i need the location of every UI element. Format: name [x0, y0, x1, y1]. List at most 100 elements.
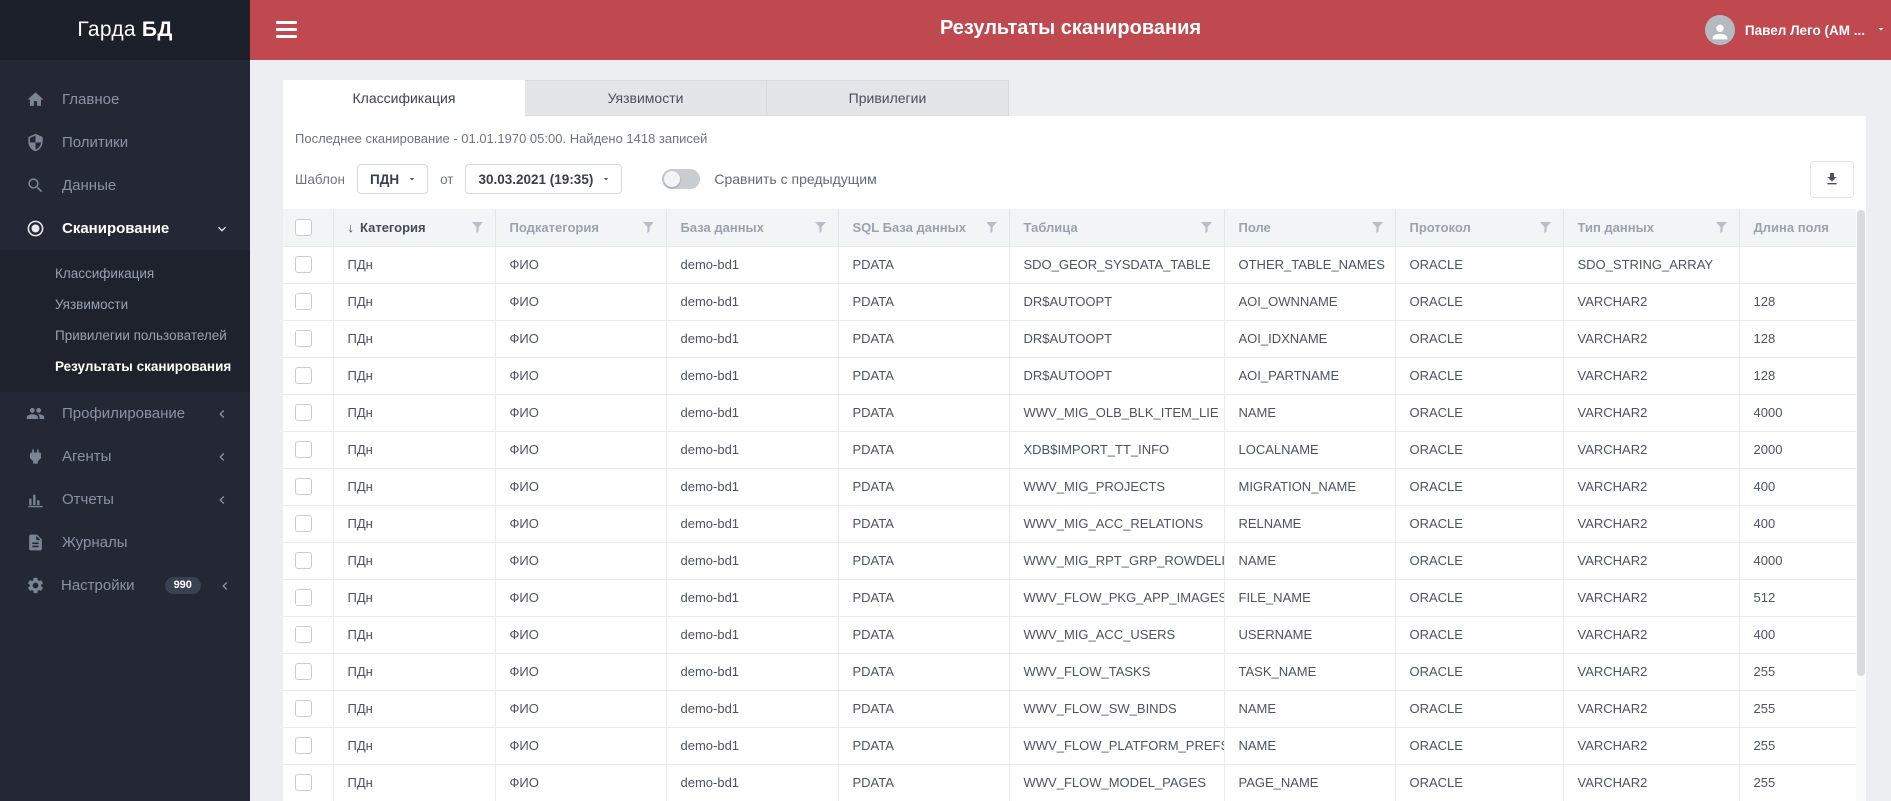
- filter-icon[interactable]: [1200, 221, 1212, 233]
- row-checkbox[interactable]: [295, 330, 312, 348]
- row-checkbox[interactable]: [295, 626, 312, 644]
- date-select[interactable]: 30.03.2021 (19:35): [465, 164, 623, 194]
- sidebar-item-profiling[interactable]: Профилирование: [0, 392, 250, 435]
- plug-icon: [26, 447, 46, 467]
- cell-table: WWV_MIG_PROJECTS: [1009, 468, 1225, 506]
- hamburger-menu-icon[interactable]: [276, 21, 297, 42]
- sidebar-item-agents[interactable]: Агенты: [0, 435, 250, 478]
- row-checkbox[interactable]: [295, 441, 312, 459]
- filter-icon[interactable]: [814, 221, 826, 233]
- column-header-sql-database[interactable]: SQL База данных: [838, 209, 1010, 247]
- top-header: Результаты сканирования Павел Лего (АМ .…: [250, 0, 1891, 60]
- tab-classification[interactable]: Классификация: [283, 80, 525, 116]
- submenu-item-user-privileges[interactable]: Привилегии пользователей: [0, 320, 250, 351]
- filter-icon[interactable]: [1715, 221, 1727, 233]
- submenu-item-scan-results[interactable]: Результаты сканирования: [0, 351, 250, 382]
- cell-database: demo-bd1: [666, 283, 839, 321]
- row-checkbox[interactable]: [295, 774, 312, 792]
- compare-toggle[interactable]: [662, 169, 701, 189]
- row-checkbox-cell: [283, 579, 334, 617]
- row-checkbox[interactable]: [295, 552, 312, 570]
- bar-chart-icon: [26, 490, 46, 510]
- template-select[interactable]: ПДН: [357, 164, 429, 194]
- row-checkbox[interactable]: [295, 293, 312, 311]
- download-icon: [1827, 173, 1837, 185]
- app-window: Гарда БД Главное Политики Данные Сканиро…: [0, 0, 1891, 801]
- sidebar-item-journals[interactable]: Журналы: [0, 521, 250, 564]
- cell-field_length: 400: [1739, 468, 1856, 506]
- chevron-down-icon: [214, 221, 230, 237]
- select-all-checkbox[interactable]: [295, 218, 312, 236]
- cell-table: WWV_FLOW_MODEL_PAGES: [1009, 764, 1225, 801]
- column-header-data-type[interactable]: Тип данных: [1563, 209, 1740, 247]
- cell-sql_database: PDATA: [838, 690, 1010, 728]
- row-checkbox[interactable]: [295, 663, 312, 681]
- sort-desc-icon: ↓: [347, 219, 355, 235]
- sidebar-item-data[interactable]: Данные: [0, 164, 250, 207]
- column-header-category[interactable]: ↓ Категория: [333, 209, 496, 247]
- cell-protocol: ORACLE: [1395, 431, 1564, 469]
- row-checkbox[interactable]: [295, 478, 312, 496]
- cell-field: RELNAME: [1224, 505, 1396, 543]
- row-checkbox[interactable]: [295, 367, 312, 385]
- column-header-subcategory[interactable]: Подкатегория: [495, 209, 667, 247]
- cell-table: DR$AUTOOPT: [1009, 357, 1225, 395]
- table-row: ПДн ФИО demo-bd1 PDATA DR$AUTOOPT AOI_OWNNAME…: [283, 283, 1856, 321]
- cell-sql_database: PDATA: [838, 468, 1010, 506]
- row-checkbox[interactable]: [295, 737, 312, 755]
- column-header-database[interactable]: База данных: [666, 209, 839, 247]
- target-icon: [26, 219, 46, 239]
- cell-table: WWV_FLOW_PLATFORM_PREFS: [1009, 727, 1225, 765]
- cell-sql_database: PDATA: [838, 616, 1010, 654]
- cell-sql_database: PDATA: [838, 505, 1010, 543]
- cell-protocol: ORACLE: [1395, 246, 1564, 284]
- scrollbar-thumb[interactable]: [1857, 210, 1865, 676]
- vertical-scrollbar: [1856, 210, 1866, 801]
- user-menu[interactable]: Павел Лего (АМ ...: [1704, 15, 1887, 45]
- filter-icon[interactable]: [642, 221, 654, 233]
- cell-data_type: VARCHAR2: [1563, 357, 1740, 395]
- column-header-table[interactable]: Таблица: [1009, 209, 1225, 247]
- cell-database: demo-bd1: [666, 394, 839, 432]
- column-header-field[interactable]: Поле: [1224, 209, 1396, 247]
- document-icon: [26, 533, 46, 553]
- cell-data_type: VARCHAR2: [1563, 616, 1740, 654]
- cell-protocol: ORACLE: [1395, 394, 1564, 432]
- row-checkbox[interactable]: [295, 404, 312, 422]
- cell-table: WWV_FLOW_TASKS: [1009, 653, 1225, 691]
- row-checkbox-cell: [283, 283, 334, 321]
- sidebar-item-settings[interactable]: Настройки 990: [0, 564, 250, 607]
- cell-subcategory: ФИО: [495, 320, 667, 358]
- filter-icon[interactable]: [471, 221, 483, 233]
- tab-vulnerabilities[interactable]: Уязвимости: [525, 80, 767, 116]
- cell-subcategory: ФИО: [495, 764, 667, 801]
- cell-field: PAGE_NAME: [1224, 764, 1396, 801]
- cell-field: NAME: [1224, 727, 1396, 765]
- row-checkbox[interactable]: [295, 256, 312, 274]
- filter-row: Шаблон ПДН от 30.03.2021 (19:35) Сравнит…: [295, 160, 1854, 198]
- cell-field_length: 512: [1739, 579, 1856, 617]
- brand-logo: Гарда БД: [0, 0, 250, 60]
- submenu-item-vulnerabilities[interactable]: Уязвимости: [0, 289, 250, 320]
- export-button[interactable]: [1810, 160, 1854, 198]
- column-header-protocol[interactable]: Протокол: [1395, 209, 1564, 247]
- column-header-field-length[interactable]: Длина поля: [1739, 209, 1856, 247]
- sidebar-item-reports[interactable]: Отчеты: [0, 478, 250, 521]
- tab-privileges[interactable]: Привилегии: [767, 80, 1009, 116]
- filter-icon[interactable]: [1539, 221, 1551, 233]
- sidebar-item-policies[interactable]: Политики: [0, 121, 250, 164]
- chevron-left-icon: [214, 492, 230, 508]
- row-checkbox[interactable]: [295, 515, 312, 533]
- submenu-item-classification[interactable]: Классификация: [0, 258, 250, 289]
- table-row: ПДн ФИО demo-bd1 PDATA WWV_FLOW_PKG_APP_IMAG…: [283, 579, 1856, 617]
- sidebar-item-scanning[interactable]: Сканирование: [0, 207, 250, 250]
- filter-icon[interactable]: [985, 221, 997, 233]
- row-checkbox[interactable]: [295, 700, 312, 718]
- filter-icon[interactable]: [1371, 221, 1383, 233]
- row-checkbox[interactable]: [295, 589, 312, 607]
- sidebar-item-main[interactable]: Главное: [0, 78, 250, 121]
- cell-protocol: ORACLE: [1395, 283, 1564, 321]
- scan-summary: Последнее сканирование - 01.01.1970 05:0…: [295, 131, 708, 146]
- cell-category: ПДн: [333, 690, 496, 728]
- compare-label: Сравнить с предыдущим: [714, 171, 877, 187]
